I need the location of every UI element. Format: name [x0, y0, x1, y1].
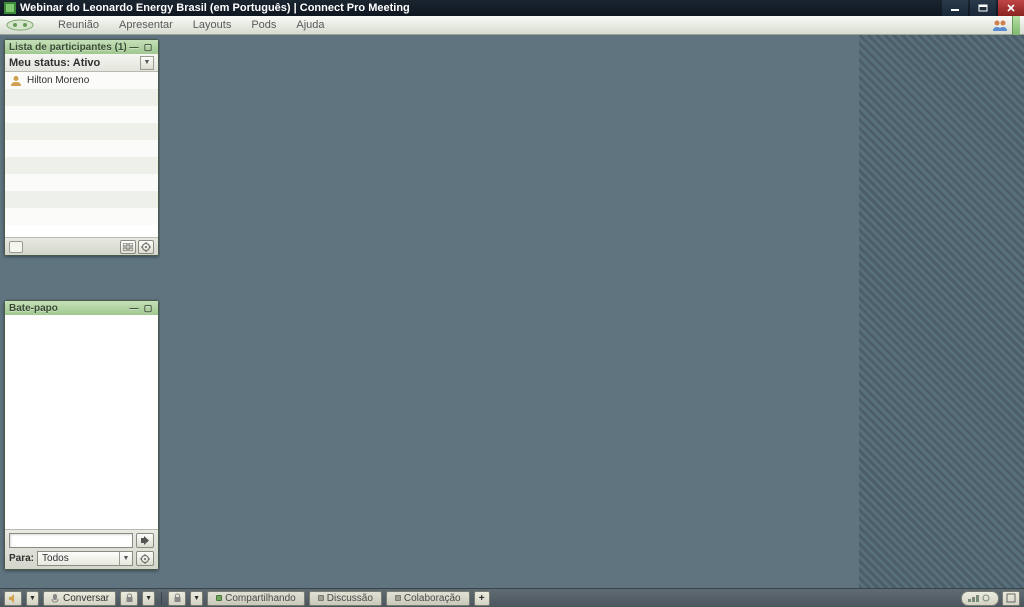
layout-tab-compartilhando[interactable]: Compartilhando: [207, 591, 305, 606]
participants-footer: [5, 237, 158, 255]
layout-indicator-icon: [395, 595, 401, 601]
chat-send-button[interactable]: [136, 533, 154, 548]
chat-recipient-value: Todos: [42, 553, 69, 564]
window-maximize-button[interactable]: [970, 0, 996, 16]
layout-active-indicator-icon: [216, 595, 222, 601]
pod-maximize-icon[interactable]: ▢: [142, 303, 154, 313]
chat-recipient-select[interactable]: Todos ▼: [37, 551, 133, 566]
participant-name: Hilton Moreno: [27, 75, 89, 86]
menu-layouts[interactable]: Layouts: [183, 17, 242, 33]
chat-messages-area: [5, 315, 158, 529]
my-status-row: Meu status: Ativo ▼: [5, 54, 158, 72]
conversar-button[interactable]: Conversar: [43, 591, 116, 606]
chevron-down-icon: ▼: [119, 552, 132, 565]
participants-pod-title: Lista de participantes (1): [9, 42, 126, 53]
window-title: Webinar do Leonardo Energy Brasil (em Po…: [20, 2, 410, 14]
host-icon: [9, 75, 23, 87]
list-item: [5, 191, 158, 208]
participants-pod: Lista de participantes (1) — ▢ Meu statu…: [4, 39, 159, 256]
chat-options-button[interactable]: [136, 551, 154, 566]
window-minimize-button[interactable]: [942, 0, 968, 16]
app-icon: [4, 2, 16, 14]
participants-view-button[interactable]: [120, 240, 136, 254]
list-item: [5, 106, 158, 123]
list-item[interactable]: Hilton Moreno: [5, 72, 158, 89]
list-item: [5, 208, 158, 225]
separator: [161, 592, 162, 605]
left-column: Lista de participantes (1) — ▢ Meu statu…: [0, 35, 160, 588]
chat-pod-titlebar[interactable]: Bate-papo — ▢: [5, 301, 158, 315]
list-item: [5, 174, 158, 191]
bottom-toolbar: ▼ Conversar ▼ ▼ Compartilhando Discussão…: [0, 588, 1024, 607]
conversar-label: Conversar: [63, 593, 109, 604]
list-item: [5, 89, 158, 106]
menu-apresentar[interactable]: Apresentar: [109, 17, 183, 33]
my-status-label: Meu status: Ativo: [9, 57, 100, 69]
window-close-button[interactable]: [998, 0, 1024, 16]
lock-button[interactable]: [120, 591, 138, 606]
layout-tab-colaboracao[interactable]: Colaboração: [386, 591, 470, 606]
window-controls: [940, 0, 1024, 16]
list-item: [5, 123, 158, 140]
lock2-dropdown-button[interactable]: ▼: [190, 591, 203, 606]
main-share-area: [160, 37, 857, 586]
pod-minimize-icon[interactable]: —: [128, 42, 140, 52]
right-background-strip: [859, 35, 1024, 588]
add-layout-button[interactable]: +: [474, 591, 490, 606]
menu-reuniao[interactable]: Reunião: [48, 17, 109, 33]
layout-tab-label: Discussão: [327, 593, 373, 604]
layout-tab-discussao[interactable]: Discussão: [309, 591, 382, 606]
menu-ajuda[interactable]: Ajuda: [286, 17, 334, 33]
chat-to-label: Para:: [9, 553, 34, 564]
workspace: Lista de participantes (1) — ▢ Meu statu…: [0, 35, 1024, 588]
participants-icon[interactable]: [992, 19, 1008, 31]
fullscreen-button[interactable]: [1002, 591, 1020, 606]
bandwidth-indicator-button[interactable]: [961, 591, 999, 606]
chat-input[interactable]: [9, 533, 133, 548]
status-dropdown-button[interactable]: ▼: [140, 56, 154, 70]
adobe-connect-logo-icon: [4, 18, 36, 33]
status-indicator-box[interactable]: [9, 241, 23, 253]
list-item: [5, 157, 158, 174]
menubar: Reunião Apresentar Layouts Pods Ajuda: [0, 16, 1024, 35]
layout-tab-label: Colaboração: [404, 593, 461, 604]
lock-dropdown-button[interactable]: ▼: [142, 591, 155, 606]
layout-indicator-icon: [318, 595, 324, 601]
voice-button[interactable]: [4, 591, 22, 606]
connection-indicator: [1012, 16, 1020, 35]
layout-tab-label: Compartilhando: [225, 593, 296, 604]
participants-options-button[interactable]: [138, 240, 154, 254]
voice-dropdown-button[interactable]: ▼: [26, 591, 39, 606]
chat-pod-title: Bate-papo: [9, 303, 126, 314]
pod-maximize-icon[interactable]: ▢: [142, 42, 154, 52]
participants-pod-titlebar[interactable]: Lista de participantes (1) — ▢: [5, 40, 158, 54]
participants-list: Hilton Moreno: [5, 72, 158, 237]
pod-minimize-icon[interactable]: —: [128, 303, 140, 313]
list-item: [5, 140, 158, 157]
chat-pod: Bate-papo — ▢ Para: Todos ▼: [4, 300, 159, 570]
lock-button-2[interactable]: [168, 591, 186, 606]
chat-footer: Para: Todos ▼: [5, 529, 158, 569]
menu-pods[interactable]: Pods: [241, 17, 286, 33]
window-titlebar: Webinar do Leonardo Energy Brasil (em Po…: [0, 0, 1024, 16]
